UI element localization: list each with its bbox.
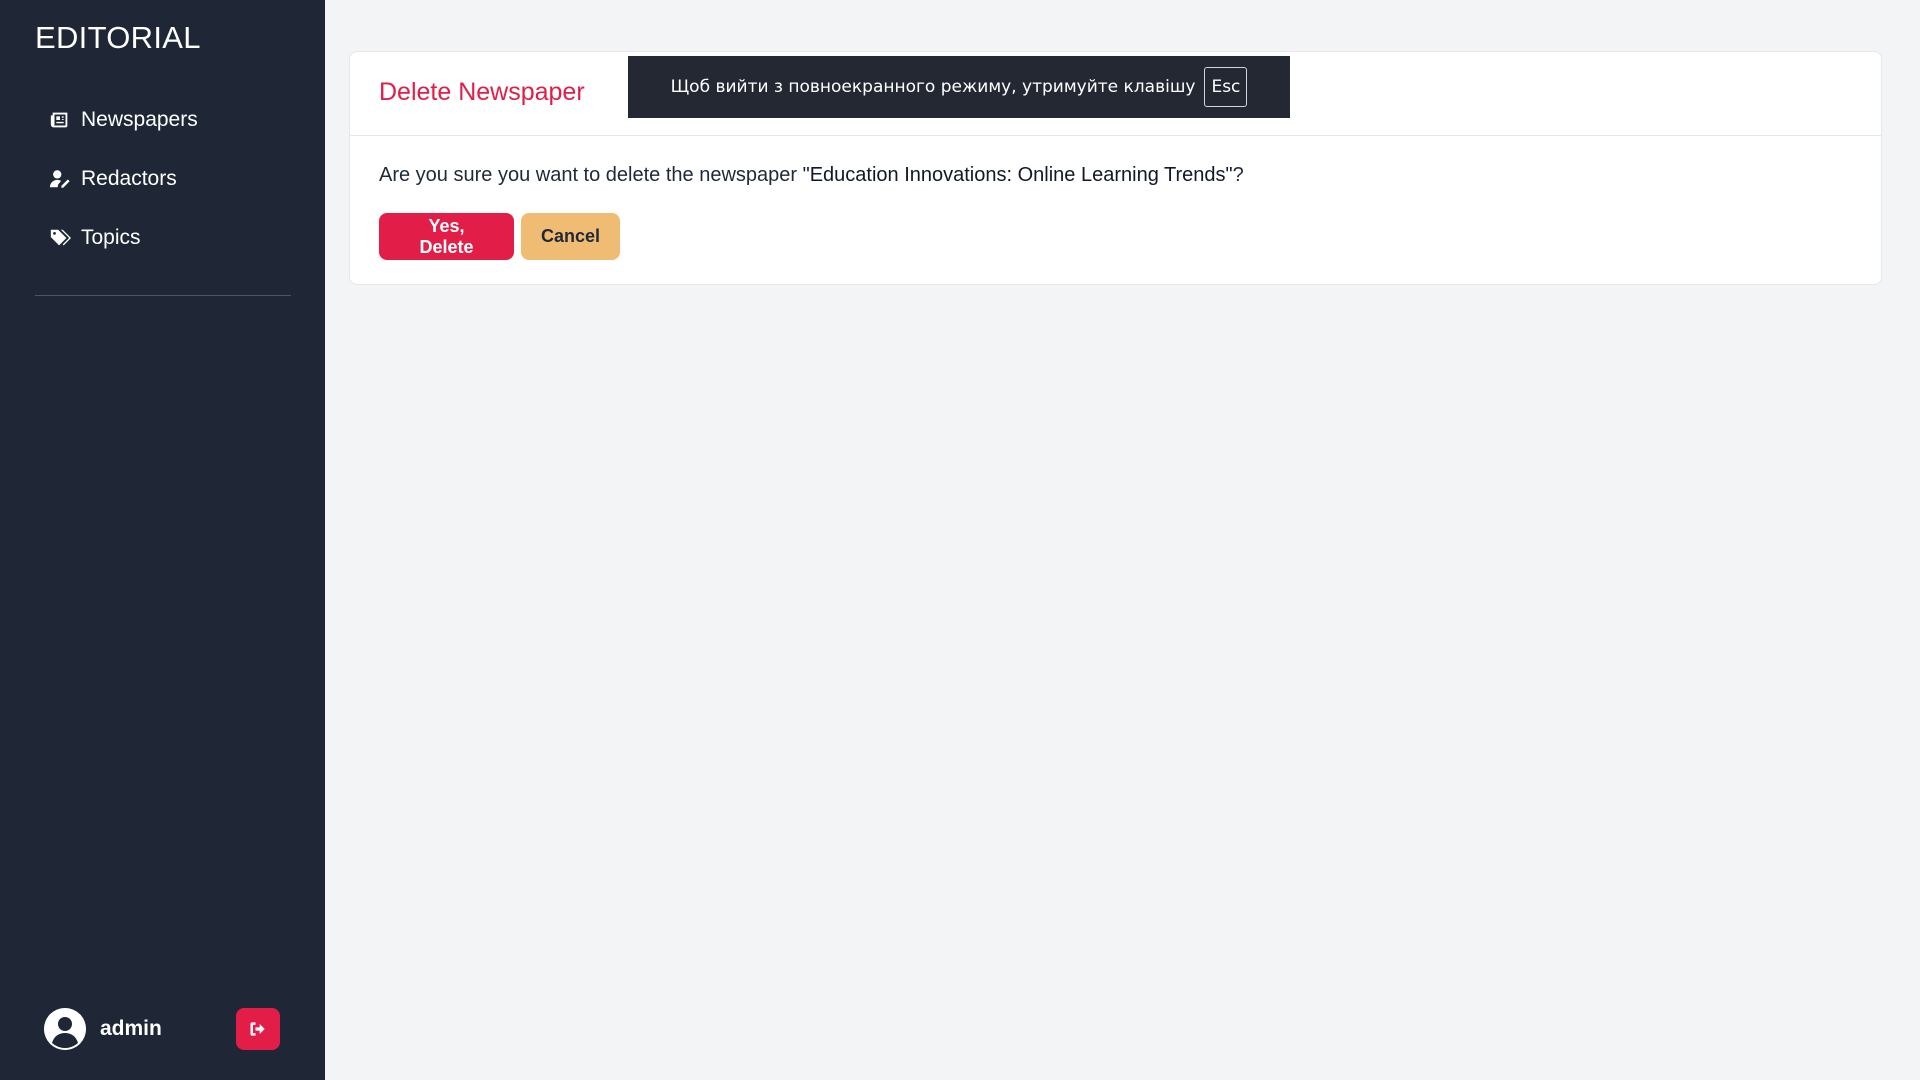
confirm-suffix: ? [1232, 164, 1244, 186]
brand-title: EDITORIAL [35, 20, 201, 55]
esc-key-badge: Esc [1204, 67, 1248, 107]
tags-icon [49, 227, 71, 249]
fullscreen-notice: Щоб вийти з повноекранного режиму, утрим… [628, 56, 1290, 118]
sidebar-item-label: Topics [81, 226, 141, 249]
page-title: Delete Newspaper [379, 78, 585, 106]
user-profile: admin [44, 1008, 162, 1050]
user-circle-icon [44, 1008, 86, 1050]
sidebar-item-newspapers[interactable]: Newspapers [35, 95, 290, 145]
newspaper-icon [49, 109, 71, 131]
cancel-button[interactable]: Cancel [521, 213, 620, 260]
sidebar-item-redactors[interactable]: Redactors [35, 154, 290, 204]
sidebar-item-label: Redactors [81, 167, 177, 190]
sidebar-divider [35, 295, 291, 296]
confirm-delete-button[interactable]: Yes, Delete [379, 213, 514, 260]
confirm-message: Are you sure you want to delete the news… [379, 164, 1244, 187]
sidebar-item-label: Newspapers [81, 108, 198, 131]
fullscreen-notice-text: Щоб вийти з повноекранного режиму, утрим… [670, 77, 1196, 97]
app: EDITORIAL Newspapers Redactors Topics ad… [0, 0, 1920, 1080]
sidebar-item-topics[interactable]: Topics [35, 213, 290, 263]
user-pen-icon [49, 168, 71, 190]
confirm-prefix: Are you sure you want to delete the news… [379, 164, 803, 186]
username: admin [100, 1017, 162, 1040]
sign-out-icon [250, 1022, 265, 1036]
logout-button[interactable] [236, 1008, 280, 1050]
sidebar-nav: Newspapers Redactors Topics [35, 95, 290, 272]
sidebar: EDITORIAL Newspapers Redactors Topics ad… [0, 0, 325, 1080]
newspaper-name: "Education Innovations: Online Learning … [802, 164, 1233, 186]
